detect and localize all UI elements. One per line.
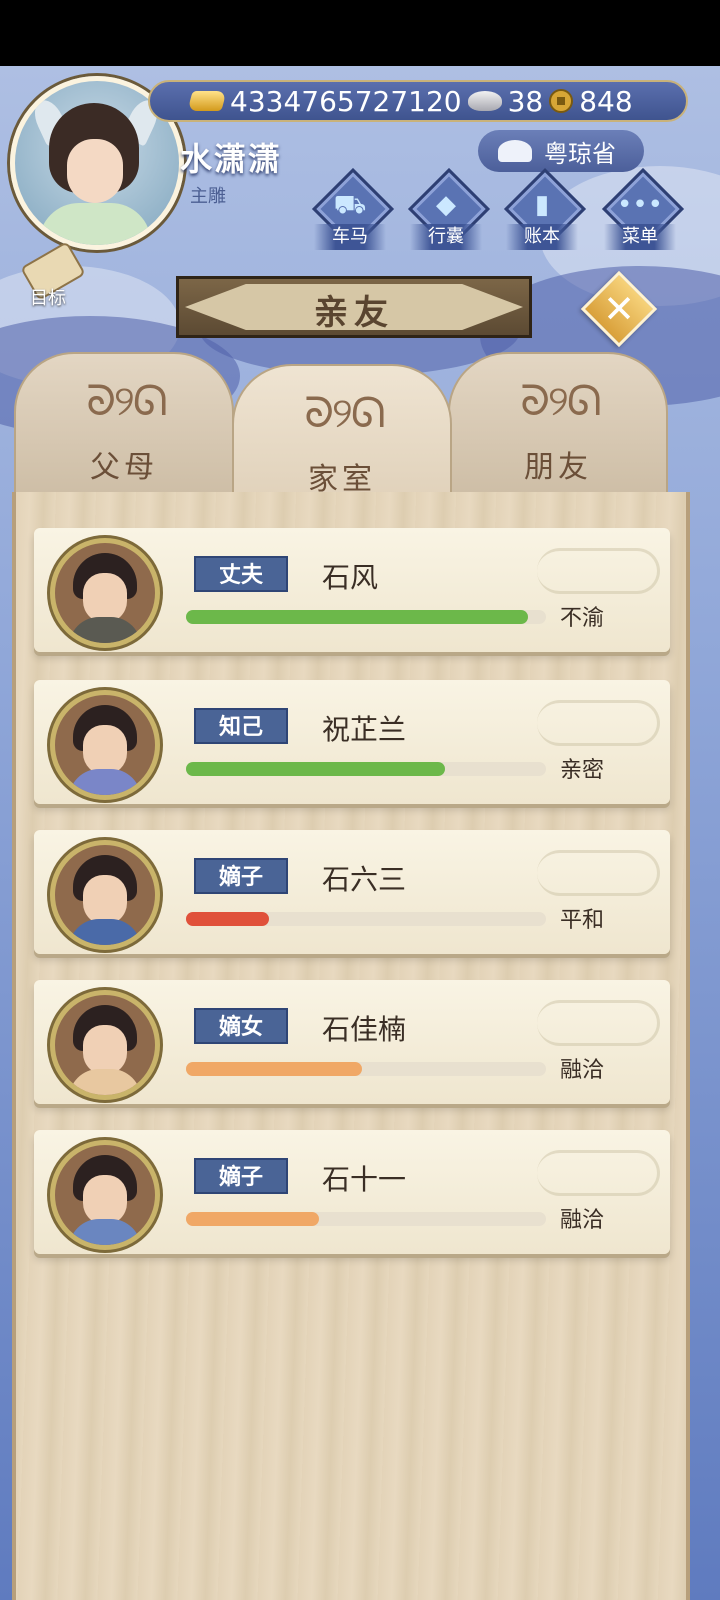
affection-status: 融洽 [560, 1058, 605, 1083]
menu-button[interactable]: ••• 菜单 [600, 167, 685, 252]
member-portrait [50, 690, 160, 800]
cloud-swirl-icon: ᘐ୨ᘏ [86, 376, 167, 425]
affection-fill [186, 762, 446, 776]
menu-dots-icon: ••• [616, 190, 663, 220]
affection-status: 亲密 [560, 758, 605, 783]
tab-parents[interactable]: ᘐ୨ᘏ 父母 [14, 352, 234, 502]
affection-bar [186, 762, 546, 776]
silver-ingot-icon [467, 91, 502, 111]
bag-label: 行囊 [410, 224, 482, 250]
member-portrait [50, 1140, 160, 1250]
wave-decoration [537, 700, 660, 746]
portrait-face [83, 1025, 127, 1075]
region-button[interactable]: 粤琼省 [478, 130, 644, 172]
portrait-robe [69, 617, 141, 643]
wave-decoration [537, 548, 660, 594]
menu-label: 菜单 [604, 224, 676, 250]
portrait-robe [69, 919, 141, 945]
member-name: 石十一 [322, 1163, 407, 1196]
silver-amount: 38 [507, 84, 544, 118]
coin-amount: 848 [579, 84, 633, 118]
member-card[interactable]: 知己 祝芷兰 亲密 [34, 680, 670, 804]
region-label: 粤琼省 [544, 139, 616, 168]
member-name: 石佳楠 [322, 1013, 407, 1046]
avatar-face [67, 139, 123, 203]
member-card[interactable]: 嫡子 石六三 平和 [34, 830, 670, 954]
relation-badge: 嫡子 [194, 858, 288, 894]
affection-fill [186, 1062, 363, 1076]
portrait-robe [69, 1069, 141, 1095]
gold-ingot-icon [187, 91, 227, 111]
goal-button[interactable]: 目标 [12, 241, 86, 310]
affection-status: 平和 [560, 908, 605, 933]
affection-bar [186, 610, 546, 624]
close-icon[interactable]: ✕ [592, 282, 646, 336]
affection-bar [186, 912, 546, 926]
member-name: 石风 [322, 561, 379, 594]
carriage-button[interactable]: ⛟ 车马 [310, 167, 395, 252]
region-emblem-icon [498, 140, 532, 162]
page-title-plaque: 亲友 [176, 276, 532, 338]
bag-button[interactable]: ◆ 行囊 [406, 167, 491, 252]
wave-decoration [537, 850, 660, 896]
member-portrait [50, 990, 160, 1100]
gold-amount: 4334765727120 [230, 84, 462, 118]
portrait-face [83, 725, 127, 775]
affection-fill [186, 1212, 320, 1226]
member-name: 祝芷兰 [322, 713, 407, 746]
carriage-label: 车马 [314, 224, 386, 250]
status-bar [0, 0, 720, 66]
carriage-icon: ⛟ [333, 190, 367, 220]
page-title: 亲友 [314, 293, 394, 333]
copper-coin-icon [549, 89, 574, 113]
tab-family[interactable]: ᘐ୨ᘏ 家室 [232, 364, 452, 506]
member-portrait [50, 538, 160, 648]
relation-badge: 知己 [194, 708, 288, 744]
player-title: 主雕 [190, 186, 226, 207]
cloud-swirl-icon: ᘐ୨ᘏ [520, 376, 601, 425]
relation-badge: 嫡女 [194, 1008, 288, 1044]
member-portrait [50, 840, 160, 950]
portrait-robe [69, 769, 141, 795]
tab-label: 父母 [90, 450, 158, 485]
relation-badge: 嫡子 [194, 1158, 288, 1194]
portrait-robe [69, 1219, 141, 1245]
wave-decoration [537, 1000, 660, 1046]
portrait-face [83, 1175, 127, 1225]
member-card[interactable]: 丈夫 石风 不渝 [34, 528, 670, 652]
player-name: 水潇潇 [180, 140, 283, 178]
affection-bar [186, 1062, 546, 1076]
goal-label: 目标 [30, 288, 66, 309]
affection-bar [186, 1212, 546, 1226]
ledger-button[interactable]: ▮ 账本 [502, 167, 587, 252]
member-card[interactable]: 嫡子 石十一 融洽 [34, 1130, 670, 1254]
player-info: 水潇潇 主雕 [180, 134, 282, 208]
member-card[interactable]: 嫡女 石佳楠 融洽 [34, 980, 670, 1104]
currency-bar: 4334765727120 38 848 [148, 80, 688, 122]
bag-icon: ◆ [436, 190, 456, 220]
tab-friends[interactable]: ᘐ୨ᘏ 朋友 [448, 352, 668, 502]
wave-decoration [537, 1150, 660, 1196]
portrait-face [83, 875, 127, 925]
tab-label: 朋友 [524, 450, 592, 485]
relation-badge: 丈夫 [194, 556, 288, 592]
affection-status: 融洽 [560, 1208, 605, 1233]
cloud-swirl-icon: ᘐ୨ᘏ [304, 388, 385, 437]
ledger-icon: ▮ [534, 190, 550, 220]
ledger-label: 账本 [506, 224, 578, 250]
avatar-robe [39, 203, 151, 245]
affection-status: 不渝 [560, 606, 605, 631]
member-name: 石六三 [322, 863, 407, 896]
affection-fill [186, 610, 528, 624]
portrait-face [83, 573, 127, 623]
affection-fill [186, 912, 269, 926]
